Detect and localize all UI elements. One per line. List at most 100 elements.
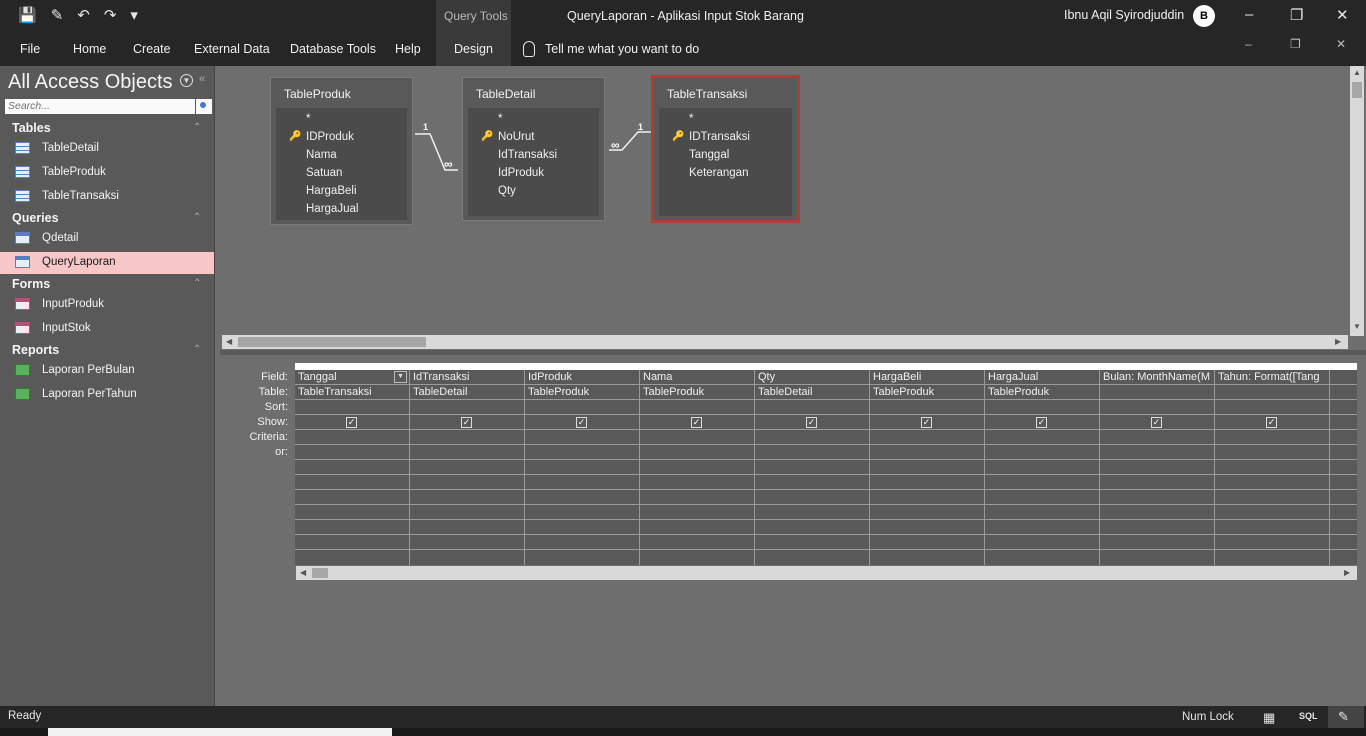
table-cell[interactable]: TableProduk xyxy=(870,385,984,400)
grid-column[interactable]: Nama TableProduk ✓ xyxy=(640,370,755,565)
grid-cell[interactable] xyxy=(295,445,409,460)
grid-cell[interactable] xyxy=(295,400,409,415)
grid-cell[interactable] xyxy=(410,520,524,535)
show-checkbox[interactable]: ✓ xyxy=(1036,417,1047,428)
grid-cell[interactable] xyxy=(985,430,1099,445)
group-tables[interactable]: Tables xyxy=(12,121,51,135)
show-checkbox[interactable]: ✓ xyxy=(1151,417,1162,428)
show-checkbox[interactable]: ✓ xyxy=(576,417,587,428)
grid-horizontal-scrollbar[interactable]: ◀ ▶ xyxy=(296,566,1357,580)
pane-splitter[interactable] xyxy=(220,350,1366,355)
scroll-right-icon[interactable]: ▶ xyxy=(1344,568,1350,577)
grid-cell[interactable] xyxy=(640,430,754,445)
nav-search-input[interactable] xyxy=(5,99,195,114)
grid-cell[interactable] xyxy=(755,460,869,475)
grid-cell[interactable] xyxy=(1215,535,1329,550)
grid-cell[interactable] xyxy=(1330,385,1357,400)
field-cell[interactable]: HargaBeli xyxy=(870,370,984,385)
grid-cell[interactable] xyxy=(870,460,984,475)
grid-cell[interactable] xyxy=(1215,445,1329,460)
customize-icon[interactable]: ▾ xyxy=(130,6,138,26)
grid-cell[interactable] xyxy=(755,475,869,490)
grid-cell[interactable] xyxy=(640,490,754,505)
grid-column[interactable]: Bulan: MonthName(M ✓ xyxy=(1100,370,1215,565)
ribbon-restore-icon[interactable]: ❐ xyxy=(1290,37,1301,51)
grid-cell[interactable] xyxy=(985,520,1099,535)
tab-help[interactable]: Help xyxy=(395,42,421,56)
grid-cell[interactable] xyxy=(1100,490,1214,505)
user-name[interactable]: Ibnu Aqil Syirodjuddin xyxy=(1064,8,1184,22)
grid-cell[interactable] xyxy=(755,535,869,550)
grid-cell[interactable] xyxy=(985,490,1099,505)
grid-cell[interactable] xyxy=(295,535,409,550)
table-cell[interactable] xyxy=(1215,385,1329,400)
grid-cell[interactable] xyxy=(870,520,984,535)
ribbon-close-icon[interactable]: ✕ xyxy=(1336,37,1346,51)
tab-external-data[interactable]: External Data xyxy=(194,42,270,56)
show-cell[interactable]: ✓ xyxy=(985,415,1099,430)
grid-column[interactable]: HargaBeli TableProduk ✓ xyxy=(870,370,985,565)
nav-item-tableproduk[interactable]: TableProduk xyxy=(0,162,214,184)
grid-cell[interactable] xyxy=(410,460,524,475)
grid-cell[interactable] xyxy=(1215,475,1329,490)
table-cell[interactable]: TableDetail xyxy=(755,385,869,400)
grid-cell[interactable] xyxy=(1100,505,1214,520)
grid-cell[interactable] xyxy=(755,430,869,445)
grid-cell[interactable] xyxy=(1215,490,1329,505)
field-cell[interactable]: Tahun: Format([Tang xyxy=(1215,370,1329,385)
grid-cell[interactable] xyxy=(525,490,639,505)
table-cell[interactable]: TableProduk xyxy=(640,385,754,400)
redo-icon[interactable]: ↷ xyxy=(104,6,117,26)
table-pane-horizontal-scrollbar[interactable]: ◀ ▶ xyxy=(222,335,1348,349)
field-cell[interactable]: IdTransaksi xyxy=(410,370,524,385)
grid-cell[interactable] xyxy=(525,460,639,475)
grid-cell[interactable] xyxy=(410,430,524,445)
grid-column[interactable]: IdTransaksi TableDetail ✓ xyxy=(410,370,525,565)
grid-cell[interactable] xyxy=(525,400,639,415)
grid-cell[interactable] xyxy=(640,535,754,550)
grid-cell[interactable] xyxy=(1100,400,1214,415)
grid-cell[interactable] xyxy=(1215,520,1329,535)
grid-column[interactable]: Tahun: Format([Tang ✓ xyxy=(1215,370,1330,565)
table-cell[interactable]: TableTransaksi xyxy=(295,385,409,400)
grid-cell[interactable] xyxy=(1100,430,1214,445)
tab-create[interactable]: Create xyxy=(133,42,171,56)
grid-cell[interactable] xyxy=(985,400,1099,415)
collapse-icon[interactable]: ⌃ xyxy=(193,278,201,289)
grid-column[interactable]: IdProduk TableProduk ✓ xyxy=(525,370,640,565)
grid-cell[interactable] xyxy=(640,475,754,490)
field-cell[interactable]: Qty xyxy=(755,370,869,385)
grid-cell[interactable] xyxy=(410,475,524,490)
grid-cell[interactable] xyxy=(1100,475,1214,490)
collapse-icon[interactable]: ⌃ xyxy=(193,344,201,355)
grid-cell[interactable] xyxy=(985,460,1099,475)
grid-cell[interactable] xyxy=(755,400,869,415)
ribbon-minimize-icon[interactable]: – xyxy=(1245,37,1252,51)
grid-cell[interactable] xyxy=(870,430,984,445)
show-cell[interactable]: ✓ xyxy=(870,415,984,430)
grid-cell[interactable] xyxy=(1330,445,1357,460)
nav-item-tabledetail[interactable]: TableDetail xyxy=(0,138,214,160)
grid-cell[interactable] xyxy=(640,505,754,520)
nav-item-laporanpertahun[interactable]: Laporan PerTahun xyxy=(0,384,214,406)
grid-cell[interactable] xyxy=(525,505,639,520)
sql-view-button[interactable]: SQL xyxy=(1299,711,1318,721)
grid-cell[interactable] xyxy=(640,400,754,415)
nav-title[interactable]: All Access Objects xyxy=(8,71,173,94)
show-cell[interactable]: ✓ xyxy=(295,415,409,430)
grid-column[interactable] xyxy=(1330,370,1357,565)
grid-cell[interactable] xyxy=(755,505,869,520)
chevron-down-icon[interactable]: ▼ xyxy=(180,74,193,87)
scroll-thumb[interactable] xyxy=(238,337,426,347)
taskbar-window[interactable] xyxy=(48,728,392,736)
grid-cell[interactable] xyxy=(870,475,984,490)
grid-cell[interactable] xyxy=(1330,415,1357,430)
show-checkbox[interactable]: ✓ xyxy=(921,417,932,428)
nav-item-inputstok[interactable]: InputStok xyxy=(0,318,214,340)
grid-cell[interactable] xyxy=(985,475,1099,490)
grid-cell[interactable] xyxy=(525,430,639,445)
grid-cell[interactable] xyxy=(410,490,524,505)
minimize-icon[interactable]: – xyxy=(1245,6,1253,23)
grid-cell[interactable] xyxy=(985,445,1099,460)
grid-column[interactable]: Tanggal ▼ TableTransaksi ✓ xyxy=(295,370,410,565)
